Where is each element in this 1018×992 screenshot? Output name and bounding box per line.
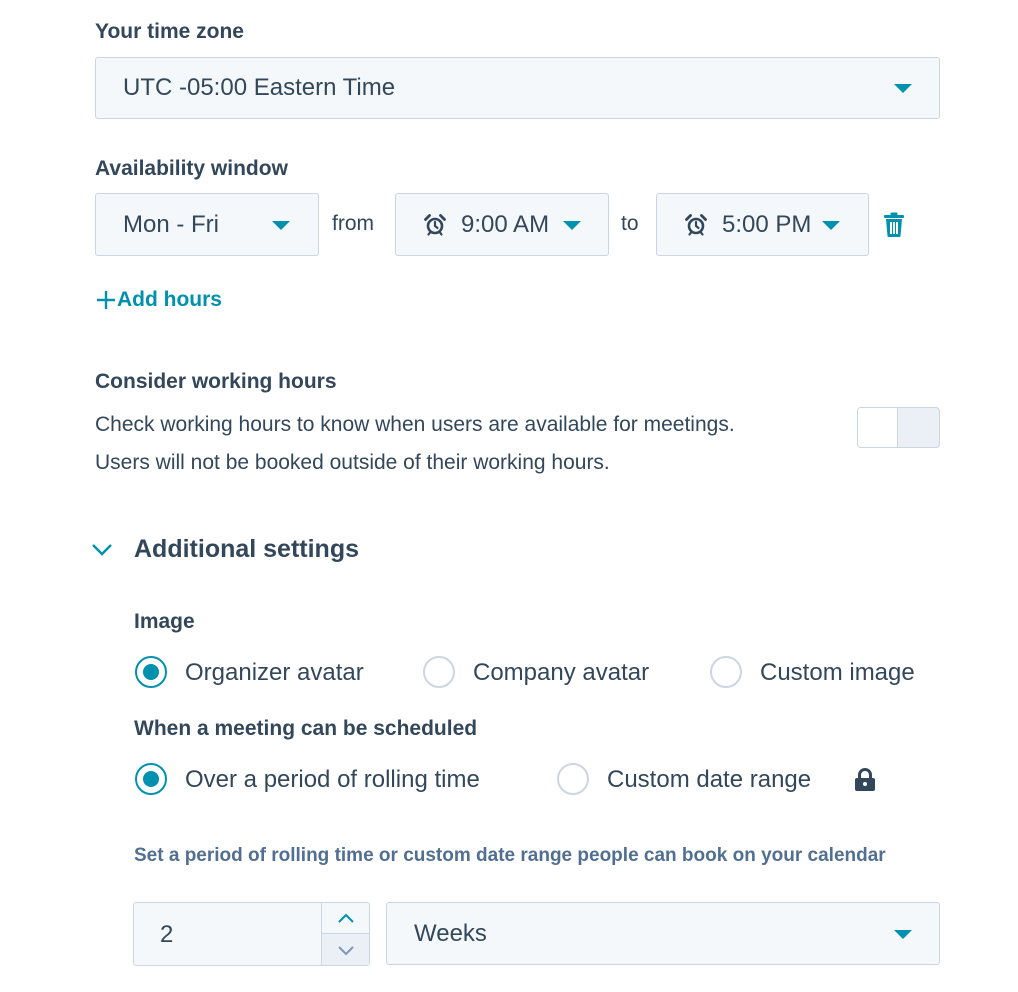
- lock-icon: [854, 768, 876, 792]
- add-hours-label: Add hours: [117, 288, 222, 311]
- days-value: Mon - Fri: [123, 210, 219, 238]
- toggle-knob: [858, 408, 898, 447]
- organizer-avatar-label: Organizer avatar: [185, 659, 364, 686]
- image-label: Image: [134, 610, 195, 633]
- chevron-down-icon: [563, 221, 581, 230]
- chevron-up-icon: [337, 913, 354, 923]
- timezone-select[interactable]: UTC -05:00 Eastern Time: [95, 57, 940, 119]
- radio-company-avatar[interactable]: [423, 656, 455, 688]
- period-unit-value: Weeks: [414, 919, 487, 947]
- days-select[interactable]: Mon - Fri: [95, 193, 319, 256]
- chevron-down-icon: [822, 221, 840, 230]
- start-time-value: 9:00 AM: [461, 210, 550, 238]
- working-hours-toggle[interactable]: [857, 407, 940, 448]
- alarm-clock-icon: [423, 213, 447, 237]
- add-hours-link[interactable]: Add hours: [95, 288, 222, 312]
- chevron-down-icon: [337, 945, 354, 955]
- from-label: from: [332, 212, 374, 235]
- additional-settings-title[interactable]: Additional settings: [134, 535, 359, 564]
- period-amount-value: 2: [160, 921, 174, 948]
- radio-organizer-avatar[interactable]: [135, 656, 167, 688]
- working-hours-description-2: Users will not be booked outside of thei…: [95, 451, 610, 474]
- start-time-select[interactable]: 9:00 AM: [395, 193, 609, 256]
- decrement-button[interactable]: [322, 934, 369, 965]
- rolling-time-label: Over a period of rolling time: [185, 766, 480, 793]
- custom-date-range-label: Custom date range: [607, 766, 812, 793]
- trash-icon[interactable]: [883, 212, 905, 238]
- working-hours-description-1: Check working hours to know when users a…: [95, 413, 735, 436]
- company-avatar-label: Company avatar: [473, 659, 650, 686]
- period-amount-stepper[interactable]: 2: [133, 902, 370, 966]
- end-time-value: 5:00 PM: [722, 210, 812, 238]
- period-unit-select[interactable]: Weeks: [386, 902, 940, 965]
- timezone-label: Your time zone: [95, 20, 244, 43]
- period-help-text: Set a period of rolling time or custom d…: [134, 845, 886, 866]
- to-label: to: [621, 212, 639, 235]
- radio-rolling-time[interactable]: [135, 763, 167, 795]
- radio-custom-date-range[interactable]: [557, 763, 589, 795]
- chevron-down-icon: [894, 930, 912, 939]
- custom-image-label: Custom image: [760, 659, 915, 686]
- chevron-down-icon: [272, 221, 290, 230]
- timezone-value: UTC -05:00 Eastern Time: [123, 74, 396, 101]
- working-hours-title: Consider working hours: [95, 370, 337, 393]
- alarm-clock-icon: [684, 213, 708, 237]
- schedule-label: When a meeting can be scheduled: [134, 717, 478, 740]
- availability-label: Availability window: [95, 157, 288, 180]
- plus-icon: [95, 289, 117, 311]
- end-time-select[interactable]: 5:00 PM: [656, 193, 869, 256]
- radio-custom-image[interactable]: [710, 656, 742, 688]
- chevron-down-icon: [894, 84, 912, 93]
- increment-button[interactable]: [322, 903, 369, 934]
- chevron-down-icon[interactable]: [90, 540, 114, 560]
